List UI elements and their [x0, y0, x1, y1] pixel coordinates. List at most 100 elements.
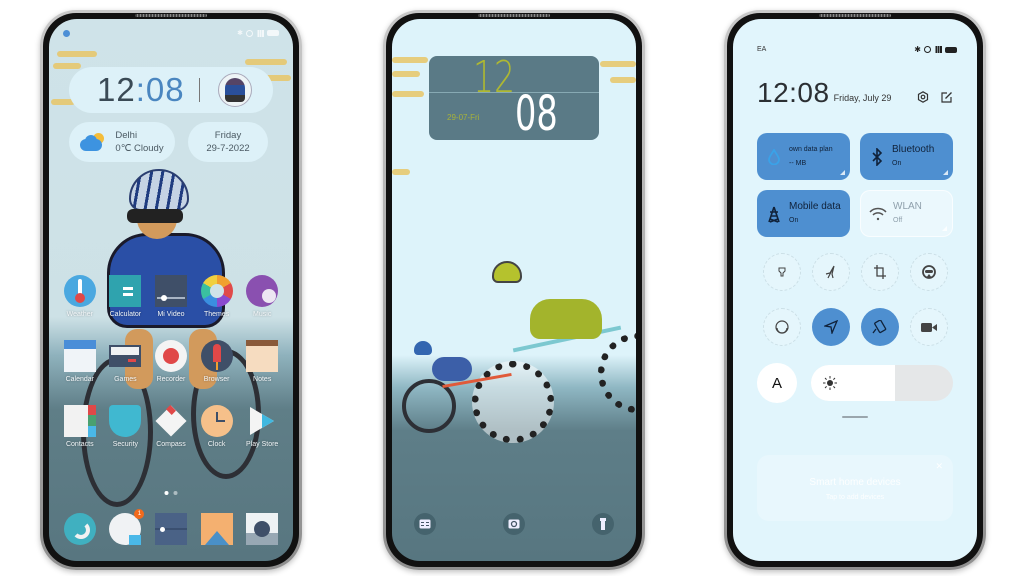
- browser-icon[interactable]: [154, 513, 187, 545]
- app-music[interactable]: Music: [239, 275, 285, 318]
- close-icon[interactable]: ✕: [935, 461, 943, 472]
- tile-expand-icon[interactable]: [840, 170, 845, 175]
- app-games[interactable]: Games: [103, 340, 149, 383]
- tile-title: Bluetooth: [892, 144, 935, 155]
- toggle-location[interactable]: [811, 308, 850, 346]
- flashlight-shortcut-button[interactable]: [592, 513, 614, 535]
- app-weather[interactable]: Weather: [57, 275, 103, 318]
- rocket-icon: [200, 340, 233, 372]
- date-widget[interactable]: Friday 29-7-2022: [188, 122, 268, 162]
- tile-mobile-data[interactable]: Mobile data On: [757, 190, 850, 237]
- wallpaper-helmet: [414, 341, 432, 355]
- wallpaper-brush-stroke: [53, 63, 81, 69]
- tile-data-plan[interactable]: own data plan -- MB: [757, 133, 850, 180]
- tile-bluetooth[interactable]: Bluetooth On: [860, 133, 953, 180]
- cc-time: 12:08: [757, 77, 830, 108]
- earpiece-speaker: [135, 14, 207, 17]
- tile-subtitle: Off: [893, 217, 903, 224]
- app-recorder[interactable]: Recorder: [148, 340, 194, 383]
- tile-subtitle: -- MB: [789, 160, 807, 167]
- tile-wlan[interactable]: WLAN Off: [860, 190, 953, 237]
- clock-widget[interactable]: 12:08: [69, 67, 273, 113]
- app-mi-video[interactable]: Mi Video: [148, 275, 194, 318]
- messages-icon[interactable]: 1: [109, 509, 145, 545]
- notes-icon: [246, 340, 279, 372]
- smart-home-subtitle: Tap to add devices: [825, 494, 885, 501]
- app-browser[interactable]: Browser: [194, 340, 240, 383]
- lock-clock-date: 29-07-Fri: [447, 113, 480, 122]
- auto-brightness-button[interactable]: A: [757, 363, 797, 403]
- tile-subtitle: On: [789, 217, 799, 224]
- camera-shortcut-button[interactable]: [503, 513, 525, 535]
- app-label: Security: [112, 441, 139, 448]
- battery-icon: [945, 46, 957, 53]
- clock-icon: [200, 405, 233, 437]
- app-calculator[interactable]: Calculator: [103, 275, 149, 318]
- avatar[interactable]: [218, 73, 253, 107]
- toggle-screenshot[interactable]: [860, 253, 899, 291]
- smart-home-card[interactable]: ✕ Smart home devices Tap to add devices: [757, 455, 953, 521]
- toggle-flashlight[interactable]: [762, 253, 801, 291]
- wallpaper-helmet: [129, 169, 189, 211]
- app-label: Compass: [156, 441, 186, 448]
- clock-time: 12:08: [97, 71, 185, 109]
- airplane-icon: [825, 265, 835, 279]
- control-center-screen: EA ✱ 12:08 Friday, July 29 own data plan…: [733, 19, 977, 561]
- carrier-label: EA: [757, 46, 767, 53]
- weather-city: Delhi: [115, 130, 138, 141]
- app-themes[interactable]: Themes: [194, 275, 240, 318]
- wallpaper-brush-stroke: [600, 61, 636, 67]
- dock: 1: [57, 509, 285, 545]
- remote-icon: [419, 519, 431, 529]
- brightness-slider[interactable]: [811, 365, 953, 401]
- toggle-screen-recorder[interactable]: [909, 308, 948, 346]
- app-security[interactable]: Security: [103, 405, 149, 448]
- app-play-store[interactable]: Play Store: [239, 405, 285, 448]
- settings-gear-icon[interactable]: [917, 91, 929, 103]
- rotate-lock-icon: [871, 320, 886, 334]
- weather-condition: 0℃ Cloudy: [115, 143, 164, 154]
- weather-widget[interactable]: Delhi 0℃ Cloudy: [69, 122, 175, 162]
- wallpaper-rider: [432, 357, 472, 381]
- app-notes[interactable]: Notes: [239, 340, 285, 383]
- gallery-icon[interactable]: [200, 513, 233, 545]
- themes-icon: [200, 275, 233, 307]
- toggle-auto-rotate[interactable]: [860, 308, 899, 346]
- app-label: Contacts: [65, 441, 94, 448]
- cyclist-avatar-icon: [225, 78, 246, 102]
- smart-home-title: Smart home devices: [809, 477, 901, 488]
- tile-expand-icon[interactable]: [942, 226, 947, 231]
- clock-separator: :: [135, 71, 146, 108]
- toggle-dark-mode[interactable]: [762, 308, 801, 346]
- quick-tiles: own data plan -- MB Bluetooth On Mobile da…: [757, 133, 953, 237]
- calculator-icon: [109, 275, 142, 307]
- app-compass[interactable]: Compass: [148, 405, 194, 448]
- signal-icon: [256, 29, 264, 37]
- wifi-icon: [869, 205, 887, 223]
- phone-lock-screen: 12 08 29-07-Fri: [383, 10, 645, 570]
- camera-icon[interactable]: [246, 513, 279, 545]
- app-contacts[interactable]: Contacts: [57, 405, 103, 448]
- hotspot-status-icon: [924, 46, 931, 53]
- remote-shortcut-button[interactable]: [414, 513, 436, 535]
- tile-expand-icon[interactable]: [943, 170, 948, 175]
- wallpaper-wheel: [472, 361, 554, 443]
- bluetooth-status-icon: ✱: [237, 30, 243, 37]
- app-grid: Weather Calculator Mi Video Themes Music…: [57, 275, 285, 448]
- wallpaper-helmet: [492, 261, 522, 283]
- earpiece-speaker: [478, 14, 550, 17]
- brightness-sun-icon: [823, 376, 837, 390]
- edit-icon[interactable]: [941, 91, 953, 103]
- toggle-reading-mode[interactable]: [909, 253, 948, 291]
- phone-icon[interactable]: [63, 513, 96, 545]
- tile-subtitle: On: [892, 160, 902, 167]
- page-dot[interactable]: [164, 491, 169, 495]
- toggle-airplane-mode[interactable]: [811, 253, 850, 291]
- app-clock[interactable]: Clock: [194, 405, 240, 448]
- app-calendar[interactable]: Calendar: [57, 340, 103, 383]
- notification-badge: 1: [134, 509, 145, 519]
- page-indicator[interactable]: [164, 491, 178, 495]
- page-dot[interactable]: [173, 491, 178, 495]
- drag-handle[interactable]: [842, 416, 868, 418]
- phone-bezel: 12 08 29-07-Fri: [386, 13, 642, 567]
